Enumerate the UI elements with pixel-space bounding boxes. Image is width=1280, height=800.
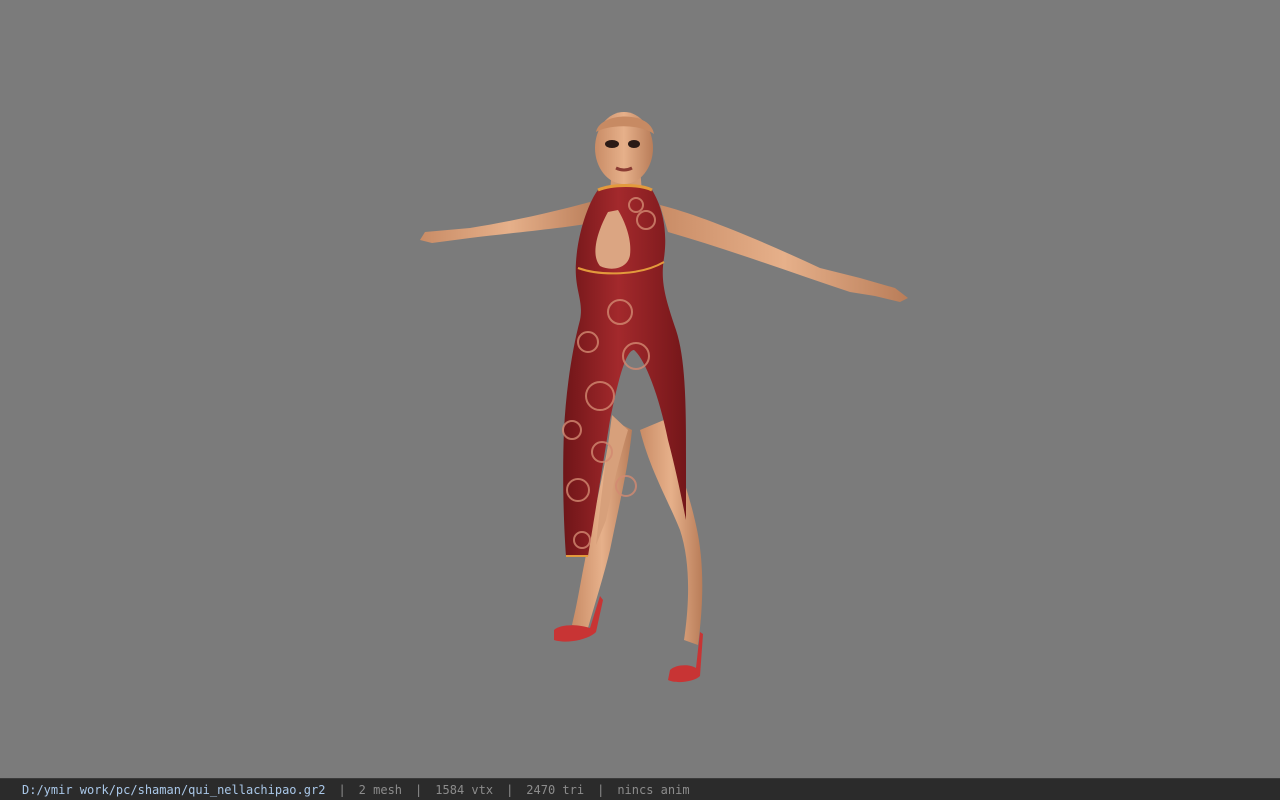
3d-viewport[interactable] xyxy=(0,0,1280,778)
file-path: D:/ymir work/pc/shaman/qui_nellachipao.g… xyxy=(22,782,326,797)
triangle-count: 2470 tri xyxy=(526,782,585,797)
vertex-count: 1584 vtx xyxy=(435,782,494,797)
right-leg xyxy=(640,420,703,645)
mesh-count: 2 mesh xyxy=(358,782,403,797)
separator: | xyxy=(338,782,346,797)
separator: | xyxy=(506,782,514,797)
separator: | xyxy=(415,782,423,797)
separator: | xyxy=(597,782,605,797)
right-arm xyxy=(660,205,908,302)
status-bar: D:/ymir work/pc/shaman/qui_nellachipao.g… xyxy=(0,778,1280,800)
animation-status: nincs anim xyxy=(617,782,690,797)
left-arm xyxy=(420,202,598,243)
character-model[interactable] xyxy=(0,0,1280,778)
